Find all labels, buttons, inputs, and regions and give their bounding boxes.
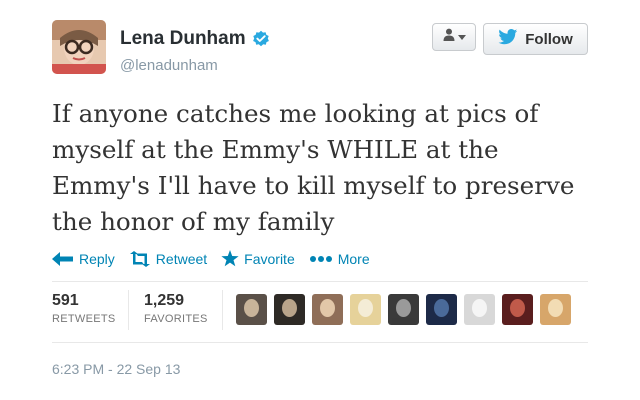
retweets-count: 591 bbox=[52, 292, 79, 309]
favorites-count: 1,259 bbox=[144, 292, 185, 309]
favoriter-avatars bbox=[236, 294, 571, 325]
verified-badge-icon bbox=[252, 30, 270, 48]
favorites-stat[interactable]: 1,259 FAVORITES bbox=[144, 292, 208, 325]
stat-separator bbox=[222, 290, 223, 330]
favoriter-avatar[interactable] bbox=[540, 294, 571, 325]
tweet-line: If anyone catches me looking at pics of bbox=[52, 99, 539, 128]
reply-label: Reply bbox=[79, 250, 115, 267]
name-row: Lena Dunham bbox=[120, 28, 270, 50]
favoriter-avatar[interactable] bbox=[426, 294, 457, 325]
divider bbox=[52, 342, 588, 343]
favorite-label: Favorite bbox=[244, 250, 295, 267]
retweets-label: RETWEETS bbox=[52, 313, 116, 325]
tweet-header: Lena Dunham @lenadunham Follow bbox=[52, 20, 592, 82]
tweet-text: If anyone catches me looking at pics of … bbox=[52, 96, 592, 240]
user-icon bbox=[443, 28, 455, 46]
reply-icon bbox=[52, 251, 74, 266]
tweet-line: myself at the Emmy's WHILE at the bbox=[52, 135, 499, 164]
favoriter-avatar[interactable] bbox=[388, 294, 419, 325]
favoriter-avatar[interactable] bbox=[236, 294, 267, 325]
more-button[interactable]: More bbox=[309, 251, 370, 267]
stat-separator bbox=[128, 290, 129, 330]
more-dots-icon bbox=[309, 255, 333, 263]
reply-button[interactable]: Reply bbox=[52, 251, 115, 267]
tweet-line: Emmy's I'll have to kill myself to prese… bbox=[52, 171, 575, 200]
retweets-stat[interactable]: 591 RETWEETS bbox=[52, 292, 116, 325]
favorites-label: FAVORITES bbox=[144, 313, 208, 325]
display-name[interactable]: Lena Dunham bbox=[120, 28, 246, 50]
more-label: More bbox=[337, 250, 370, 267]
tweet-actions: Reply Retweet Favorite More bbox=[52, 250, 384, 267]
favoriter-avatar[interactable] bbox=[464, 294, 495, 325]
star-icon bbox=[221, 250, 239, 267]
retweet-button[interactable]: Retweet bbox=[129, 250, 208, 267]
follow-label: Follow bbox=[525, 30, 573, 48]
username[interactable]: @lenadunham bbox=[120, 57, 218, 74]
favoriter-avatar[interactable] bbox=[312, 294, 343, 325]
twitter-bird-icon bbox=[498, 29, 518, 49]
tweet-line: the honor of my family bbox=[52, 207, 335, 236]
favoriter-avatar[interactable] bbox=[274, 294, 305, 325]
favoriter-avatar[interactable] bbox=[502, 294, 533, 325]
favoriter-avatar[interactable] bbox=[350, 294, 381, 325]
user-actions-dropdown[interactable] bbox=[432, 23, 476, 51]
tweet-timestamp[interactable]: 6:23 PM - 22 Sep 13 bbox=[52, 361, 180, 377]
retweet-icon bbox=[129, 250, 151, 267]
caret-down-icon bbox=[457, 28, 466, 46]
follow-button[interactable]: Follow bbox=[483, 23, 588, 55]
tweet-stats: 591 RETWEETS 1,259 FAVORITES bbox=[52, 282, 588, 344]
retweet-label: Retweet bbox=[155, 250, 208, 267]
favorite-button[interactable]: Favorite bbox=[221, 250, 295, 267]
avatar[interactable] bbox=[52, 20, 106, 74]
